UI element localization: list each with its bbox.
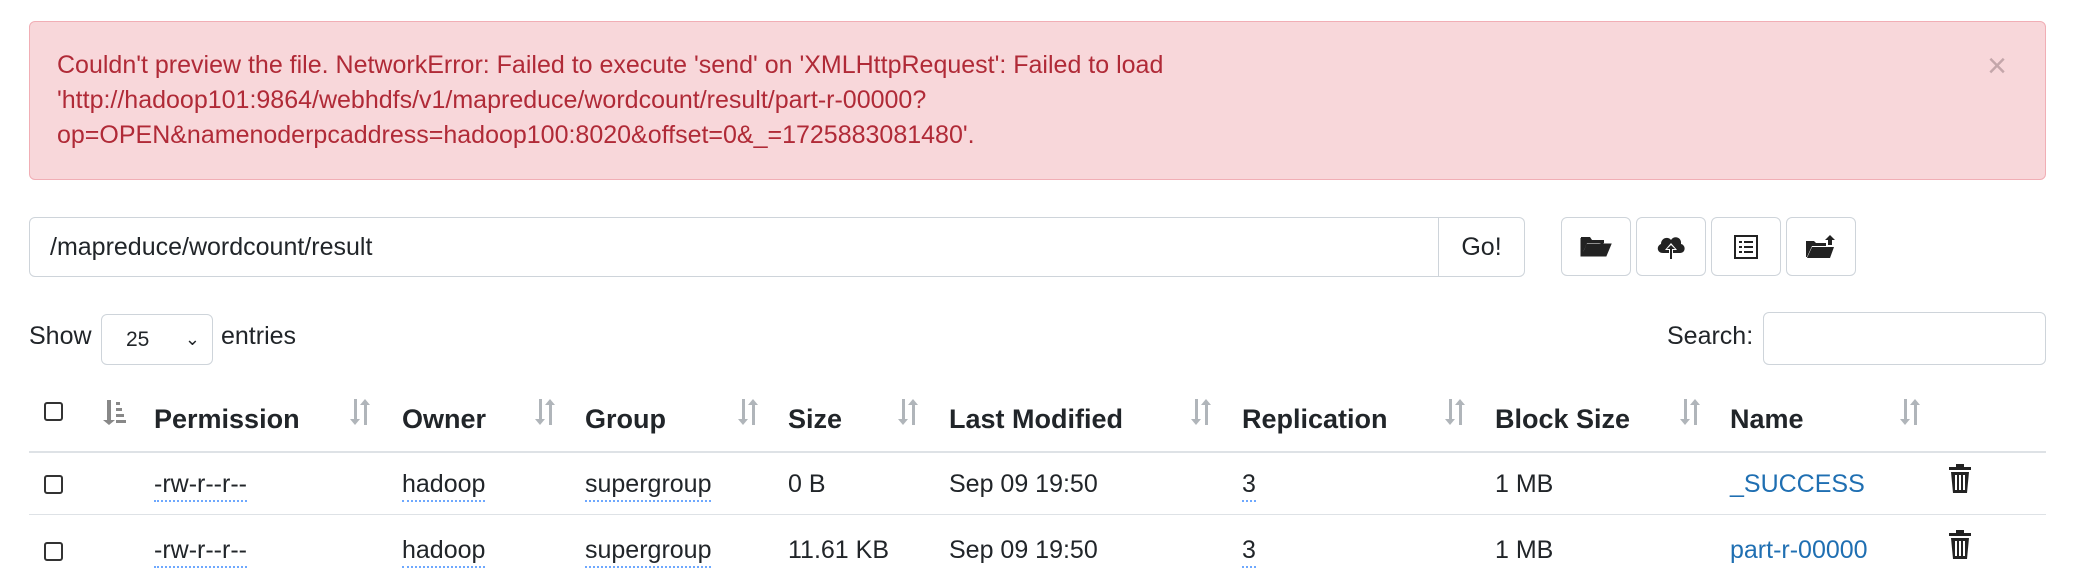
column-header-size[interactable]: Size [788, 403, 842, 435]
search-label: Search: [1667, 322, 1754, 350]
table-cell-replication: 3 [1242, 535, 1256, 568]
column-header-group[interactable]: Group [585, 403, 666, 435]
list-alt-icon [1734, 234, 1758, 259]
sort-both-icon[interactable] [1189, 397, 1213, 427]
table-cell-group: supergroup [585, 535, 712, 568]
error-alert: Couldn't preview the file. NetworkError:… [29, 21, 2046, 180]
column-header-block-size[interactable]: Block Size [1495, 403, 1630, 435]
show-label: Show [29, 322, 92, 350]
cut-paste-list-button[interactable] [1711, 217, 1781, 276]
row-checkbox[interactable] [44, 475, 63, 494]
row-checkbox[interactable] [44, 542, 63, 561]
move-button[interactable] [1786, 217, 1856, 276]
table-cell-block-size: 1 MB [1495, 536, 1554, 564]
sort-ascending-icon[interactable] [101, 398, 127, 433]
alert-line: op=OPEN&namenoderpcaddress=hadoop100:802… [57, 121, 975, 149]
column-header-replication[interactable]: Replication [1242, 403, 1388, 435]
sort-both-icon[interactable] [896, 397, 920, 427]
close-icon[interactable]: × [1977, 46, 2017, 86]
permission-value[interactable]: -rw-r--r-- [154, 470, 247, 502]
column-header-permission[interactable]: Permission [154, 403, 300, 435]
sort-both-icon[interactable] [1678, 397, 1702, 427]
table-cell-last-modified: Sep 09 19:50 [949, 536, 1098, 564]
owner-value[interactable]: hadoop [402, 536, 486, 568]
select-all-checkbox[interactable] [44, 402, 63, 421]
group-value[interactable]: supergroup [585, 470, 712, 502]
alert-line: Couldn't preview the file. NetworkError:… [57, 51, 1164, 79]
page-length-select[interactable]: 25 ⌄ [101, 314, 213, 365]
replication-value[interactable]: 3 [1242, 470, 1256, 502]
table-cell-permission: -rw-r--r-- [154, 535, 247, 568]
sort-both-icon[interactable] [736, 397, 760, 427]
permission-value[interactable]: -rw-r--r-- [154, 536, 247, 568]
table-header-divider [29, 451, 2046, 453]
group-value[interactable]: supergroup [585, 536, 712, 568]
column-header-name[interactable]: Name [1730, 403, 1804, 435]
chevron-down-icon: ⌄ [184, 329, 200, 349]
trash-icon[interactable] [1948, 530, 1972, 560]
alert-line: 'http://hadoop101:9864/webhdfs/v1/mapred… [57, 86, 927, 114]
row-divider [29, 514, 2046, 515]
sort-both-icon[interactable] [348, 397, 372, 427]
column-header-owner[interactable]: Owner [402, 403, 486, 435]
sort-both-icon[interactable] [533, 397, 557, 427]
go-button[interactable]: Go! [1439, 217, 1525, 277]
table-cell-replication: 3 [1242, 469, 1256, 502]
table-cell-block-size: 1 MB [1495, 470, 1554, 498]
table-cell-size: 11.61 KB [788, 536, 890, 564]
path-bar: /mapreduce/wordcount/result Go! [29, 217, 1525, 277]
trash-icon[interactable] [1948, 464, 1972, 494]
search-input[interactable] [1763, 312, 2046, 365]
table-cell-last-modified: Sep 09 19:50 [949, 470, 1098, 498]
table-cell-permission: -rw-r--r-- [154, 469, 247, 502]
alert-message: Couldn't preview the file. NetworkError:… [57, 48, 1857, 153]
folder-move-icon [1806, 234, 1835, 258]
sort-both-icon[interactable] [1443, 397, 1467, 427]
owner-value[interactable]: hadoop [402, 470, 486, 502]
path-input[interactable]: /mapreduce/wordcount/result [29, 217, 1439, 277]
file-name-link[interactable]: part-r-00000 [1730, 535, 1868, 565]
folder-open-icon [1580, 236, 1612, 256]
replication-value[interactable]: 3 [1242, 536, 1256, 568]
sort-both-icon[interactable] [1898, 397, 1922, 427]
entries-label: entries [221, 322, 297, 350]
upload-button[interactable] [1636, 217, 1706, 276]
table-cell-size: 0 B [788, 470, 826, 498]
file-name-link[interactable]: _SUCCESS [1730, 469, 1865, 499]
table-cell-owner: hadoop [402, 469, 486, 502]
create-directory-button[interactable] [1561, 217, 1631, 276]
cloud-upload-icon [1657, 236, 1685, 259]
table-cell-group: supergroup [585, 469, 712, 502]
table-cell-owner: hadoop [402, 535, 486, 568]
column-header-last-modified[interactable]: Last Modified [949, 403, 1123, 435]
page-length-value: 25 [126, 328, 150, 351]
